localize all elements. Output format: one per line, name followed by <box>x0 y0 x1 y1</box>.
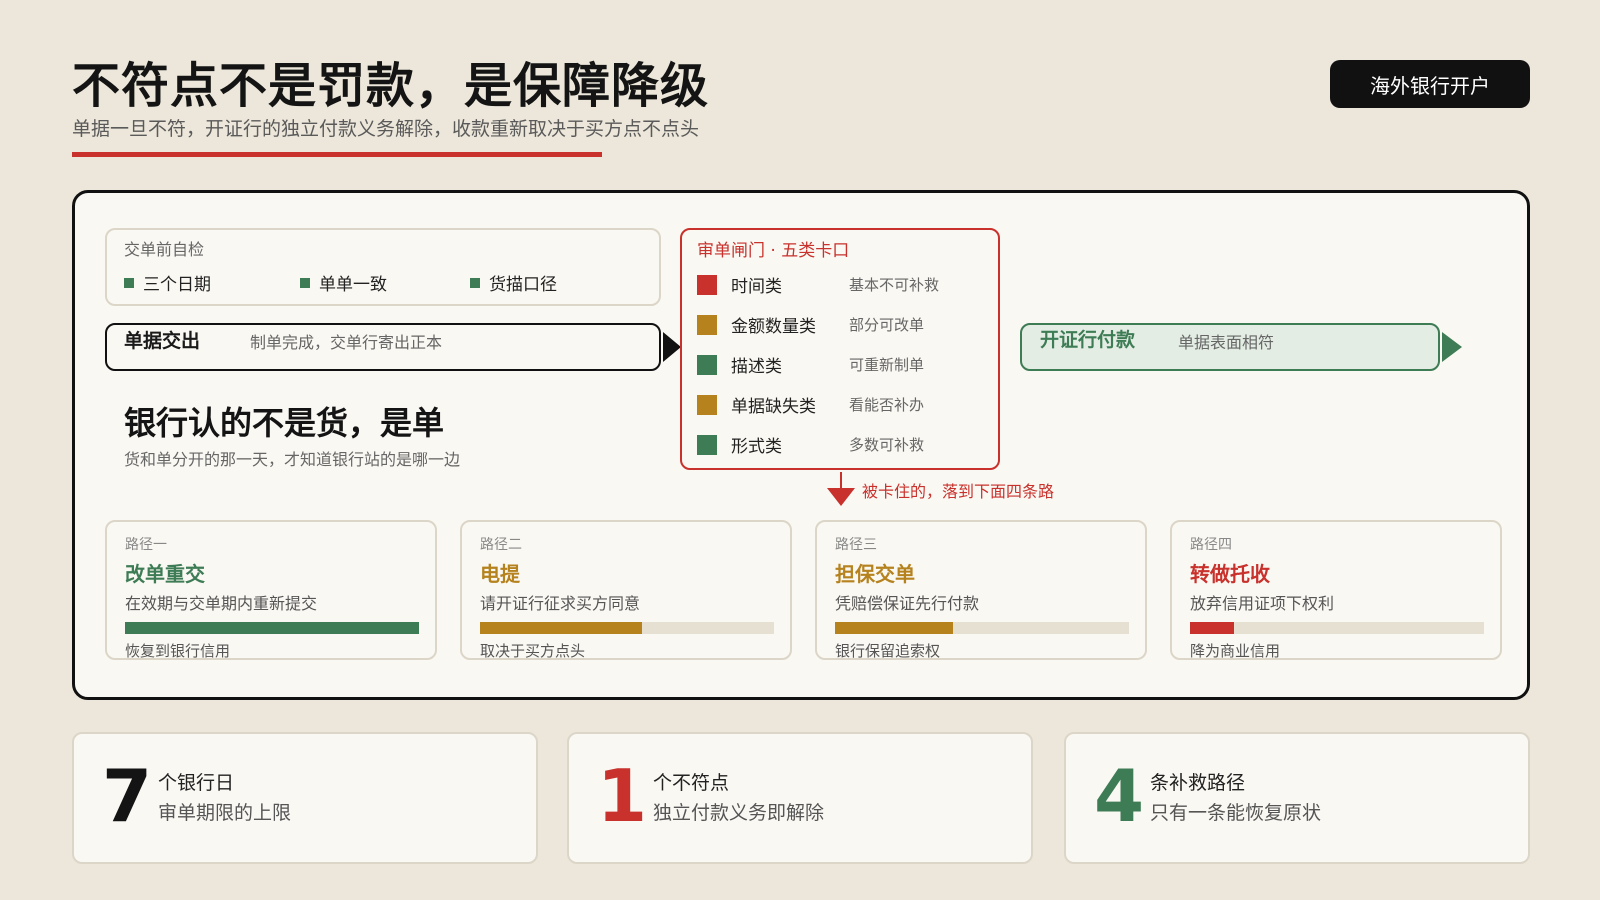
payment-desc: 单据表面相符 <box>1178 333 1275 352</box>
path-level-bar <box>480 622 774 634</box>
gate-row: 金额数量类 部分可改单 <box>697 312 924 337</box>
stat-card: 4 条补救路径 只有一条能恢复原状 <box>1064 732 1530 864</box>
path-level-fill <box>125 622 419 634</box>
path-level-bar <box>125 622 419 634</box>
gate-row: 形式类 多数可补救 <box>697 432 924 457</box>
gate-down-note: 被卡住的，落到下面四条路 <box>862 482 1055 501</box>
submit-title: 单据交出 <box>124 330 201 352</box>
page-title: 不符点不是罚款，是保障降级 <box>72 58 710 114</box>
arrow-down-icon <box>827 488 855 506</box>
green-square-icon <box>470 277 480 288</box>
stat-card: 7 个银行日 审单期限的上限 <box>72 732 538 864</box>
precheck-item: 三个日期 <box>124 270 211 295</box>
title-underline <box>72 152 602 157</box>
stat-card: 1 个不符点 独立付款义务即解除 <box>567 732 1033 864</box>
path-level-fill <box>480 622 642 634</box>
green-square-icon <box>124 277 134 288</box>
gate-row: 描述类 可重新制单 <box>697 352 924 377</box>
gate-title: 审单闸门 · 五类卡口 <box>697 241 850 261</box>
submit-desc: 制单完成，交单行寄出正本 <box>250 333 443 352</box>
amber-square-icon <box>697 314 717 335</box>
red-square-icon <box>697 274 717 295</box>
path-level-bar <box>1190 622 1484 634</box>
green-square-icon <box>300 277 310 288</box>
payment-title: 开证行付款 <box>1040 329 1136 351</box>
bank-headline: 银行认的不是货，是单 <box>124 404 445 442</box>
precheck-title: 交单前自检 <box>124 240 205 259</box>
path-level-fill <box>835 622 953 634</box>
arrow-right-icon <box>663 332 681 362</box>
gate-row: 单据缺失类 看能否补办 <box>697 392 924 417</box>
amber-square-icon <box>697 394 717 415</box>
green-square-icon <box>697 434 717 455</box>
path-card: 路径二 电提 请开证行征求买方同意 取决于买方点头 <box>460 520 792 660</box>
path-card: 路径四 转做托收 放弃信用证项下权利 降为商业信用 <box>1170 520 1502 660</box>
bank-subline: 货和单分开的那一天，才知道银行站的是哪一边 <box>124 450 461 469</box>
path-card: 路径一 改单重交 在效期与交单期内重新提交 恢复到银行信用 <box>105 520 437 660</box>
gate-row: 时间类 基本不可补救 <box>697 272 939 297</box>
green-square-icon <box>697 354 717 375</box>
page-subtitle: 单据一旦不符，开证行的独立付款义务解除，收款重新取决于买方点不点头 <box>72 118 700 140</box>
topic-tag: 海外银行开户 <box>1330 60 1530 108</box>
path-level-bar <box>835 622 1129 634</box>
precheck-item: 单单一致 <box>300 270 387 295</box>
arrow-right-icon <box>1442 332 1462 362</box>
path-card: 路径三 担保交单 凭赔偿保证先行付款 银行保留追索权 <box>815 520 1147 660</box>
path-level-fill <box>1190 622 1235 634</box>
precheck-item: 货描口径 <box>470 270 557 295</box>
